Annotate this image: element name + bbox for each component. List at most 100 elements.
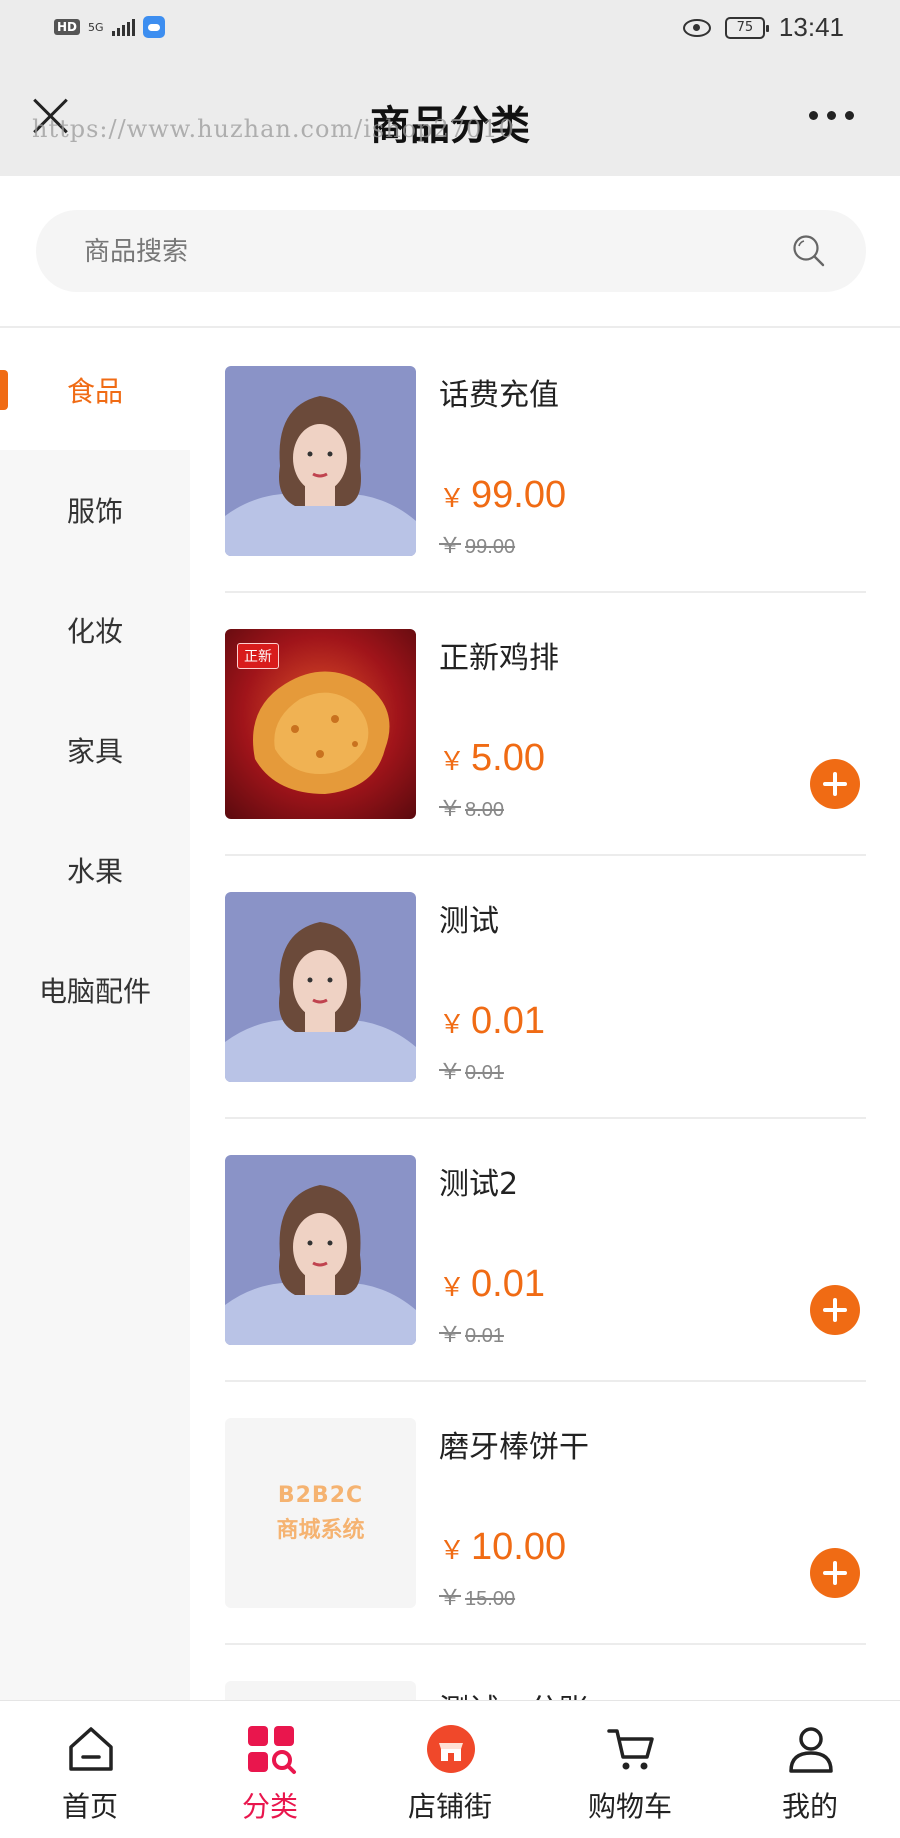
currency-symbol: ￥ (439, 1272, 466, 1302)
original-price: ￥ 99.00 (439, 528, 515, 560)
product-image[interactable]: 正新 (225, 629, 416, 819)
tab-home[interactable]: 首页 (0, 1701, 180, 1838)
tab-profile[interactable]: 我的 (720, 1701, 900, 1838)
home-icon (69, 1727, 113, 1771)
product-item[interactable]: 话费充值 ￥ 99.00 ￥ 99.00 (225, 330, 866, 593)
product-list: 话费充值 ￥ 99.00 ￥ 99.00 正新 正新鸡排 ￥ 5.00 ￥ 8.00 (225, 330, 866, 1700)
product-item[interactable]: 测试2 ￥ 0.01 ￥ 0.01 (225, 1119, 866, 1382)
original-price: ￥ 15.00 (439, 1580, 515, 1612)
shop-street-icon (427, 1725, 475, 1773)
network-type: 5G (88, 20, 104, 34)
price-value: 0.01 (471, 1000, 545, 1042)
product-item[interactable]: 正新 正新鸡排 ￥ 5.00 ￥ 8.00 (225, 593, 866, 856)
category-sidebar: 食品 服饰 化妆 家具 水果 电脑配件 (0, 330, 190, 1700)
currency-symbol: ￥ (439, 1059, 462, 1084)
tab-category[interactable]: 分类 (180, 1701, 360, 1838)
battery-icon: 75 (724, 16, 769, 39)
original-price-value: 0.01 (465, 1062, 504, 1084)
category-item-food[interactable]: 食品 (0, 330, 190, 450)
product-name[interactable]: 测试一分账 (439, 1685, 589, 1700)
product-price: ￥ 99.00 (439, 474, 566, 517)
product-name[interactable]: 测试 (439, 896, 499, 940)
tab-label: 我的 (781, 1790, 838, 1823)
search-icon[interactable] (792, 234, 826, 268)
product-price: ￥ 10.00 (439, 1526, 566, 1569)
currency-symbol: ￥ (439, 1585, 462, 1610)
category-item-computer-parts[interactable]: 电脑配件 (0, 930, 190, 1050)
status-left: HD 5G (54, 16, 165, 38)
category-item-furniture[interactable]: 家具 (0, 690, 190, 810)
search-input[interactable] (82, 210, 766, 294)
profile-icon (789, 1727, 833, 1773)
tab-bar: 首页 分类 店铺街 购物车 我的 (0, 1700, 900, 1837)
currency-symbol: ￥ (439, 1322, 462, 1347)
product-item[interactable]: 测试 ￥ 0.01 ￥ 0.01 (225, 856, 866, 1119)
original-price: ￥ 0.01 (439, 1054, 504, 1086)
category-label: 电脑配件 (38, 975, 151, 1008)
product-item[interactable]: 测试一分账 (225, 1645, 866, 1700)
cloud-icon (142, 16, 165, 38)
currency-symbol: ￥ (439, 796, 462, 821)
product-price: ￥ 0.01 (439, 1263, 545, 1306)
product-price: ￥ 0.01 (439, 1000, 545, 1043)
search-box[interactable] (36, 210, 866, 294)
currency-symbol: ￥ (439, 746, 466, 776)
product-name[interactable]: 磨牙棒饼干 (439, 1422, 589, 1466)
original-price-value: 8.00 (465, 799, 504, 821)
add-to-cart-button[interactable] (810, 1285, 860, 1335)
original-price-value: 99.00 (465, 536, 516, 558)
active-indicator (0, 370, 8, 410)
product-name[interactable]: 话费充值 (439, 370, 559, 414)
category-item-cosmetics[interactable]: 化妆 (0, 570, 190, 690)
tab-label: 购物车 (587, 1790, 672, 1823)
tab-label: 分类 (241, 1790, 298, 1823)
product-price: ￥ 5.00 (439, 737, 545, 780)
cart-icon (607, 1729, 654, 1770)
tab-label: 店铺街 (407, 1790, 492, 1823)
currency-symbol: ￥ (439, 533, 462, 558)
product-image[interactable] (225, 892, 416, 1082)
category-label: 水果 (66, 855, 123, 888)
category-label: 家具 (66, 735, 123, 768)
original-price-value: 15.00 (465, 1588, 516, 1610)
category-item-clothing[interactable]: 服饰 (0, 450, 190, 570)
category-label: 化妆 (66, 615, 123, 648)
status-right: 75 13:41 (682, 12, 844, 43)
price-value: 10.00 (471, 1526, 567, 1568)
currency-symbol: ￥ (439, 1009, 466, 1039)
original-price-value: 0.01 (465, 1325, 504, 1347)
product-item[interactable]: B2B2C 商城系统 磨牙棒饼干 ￥ 10.00 ￥ 15.00 (225, 1382, 866, 1645)
add-to-cart-button[interactable] (810, 1548, 860, 1598)
tab-cart[interactable]: 购物车 (540, 1701, 720, 1838)
nav-bar: 商品分类 https://www.huzhan.com/ishop27010 (0, 55, 900, 176)
product-name[interactable]: 正新鸡排 (439, 633, 559, 677)
signal-icon (111, 18, 135, 36)
tab-label: 首页 (61, 1790, 118, 1823)
price-value: 0.01 (471, 1263, 545, 1305)
product-image[interactable] (225, 366, 416, 556)
eye-comfort-icon (682, 18, 711, 37)
product-image[interactable] (225, 1155, 416, 1345)
price-value: 99.00 (471, 474, 567, 516)
hd-indicator: HD (54, 19, 81, 35)
placeholder-text: B2B2C (277, 1482, 364, 1508)
original-price: ￥ 8.00 (439, 791, 504, 823)
product-image[interactable] (225, 1681, 416, 1700)
placeholder-text: 商城系统 (276, 1517, 365, 1543)
watermark-text: https://www.huzhan.com/ishop27010 (32, 115, 515, 143)
product-image[interactable]: B2B2C 商城系统 (225, 1418, 416, 1608)
category-label: 服饰 (66, 495, 123, 528)
price-value: 5.00 (471, 737, 545, 779)
tab-shop-street[interactable]: 店铺街 (360, 1701, 540, 1838)
brand-tag: 正新 (237, 643, 279, 669)
add-to-cart-button[interactable] (810, 759, 860, 809)
product-name[interactable]: 测试2 (439, 1159, 518, 1203)
category-icon (248, 1726, 296, 1774)
category-item-fruit[interactable]: 水果 (0, 810, 190, 930)
battery-level: 75 (736, 20, 754, 35)
currency-symbol: ￥ (439, 1535, 466, 1565)
more-icon[interactable] (809, 111, 854, 120)
category-label: 食品 (66, 375, 123, 408)
currency-symbol: ￥ (439, 483, 466, 513)
clock: 13:41 (778, 12, 844, 42)
